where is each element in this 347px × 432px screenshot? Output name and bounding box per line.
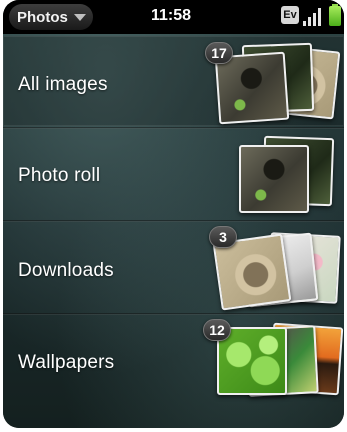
- signal-bars-icon: [303, 6, 325, 26]
- photo-count-badge: 3: [209, 226, 237, 248]
- album-row-photo-roll[interactable]: Photo roll: [3, 129, 344, 219]
- album-title: Photo roll: [18, 165, 101, 186]
- album-title: Downloads: [18, 260, 114, 281]
- phone-screen: Photos 11:58 Ev All images 17 Photo roll…: [3, 0, 344, 428]
- album-row-wallpapers[interactable]: Wallpapers 12: [3, 315, 344, 413]
- album-thumbnail-stack: 3: [209, 226, 341, 311]
- photo-count-badge: 12: [203, 319, 231, 341]
- network-type-badge: Ev: [281, 6, 299, 24]
- chevron-down-icon: [73, 13, 86, 21]
- album-thumbnail-stack: 12: [203, 319, 344, 399]
- album-row-all-images[interactable]: All images 17: [3, 36, 344, 126]
- album-list: All images 17 Photo roll Downloads 3 Wal…: [3, 34, 344, 428]
- album-row-downloads[interactable]: Downloads 3: [3, 222, 344, 312]
- album-thumbnail-stack: 17: [205, 42, 341, 125]
- clock: 11:58: [151, 7, 192, 24]
- album-title: All images: [18, 74, 108, 95]
- battery-icon: [329, 4, 341, 26]
- status-bar: Photos 11:58 Ev: [3, 0, 344, 34]
- album-thumbnail: [239, 145, 309, 213]
- app-menu-label: Photos: [17, 8, 68, 26]
- album-title: Wallpapers: [18, 352, 115, 373]
- photo-count-badge: 17: [205, 42, 233, 64]
- app-menu-button[interactable]: Photos: [9, 4, 93, 30]
- album-thumbnail-stack: [233, 135, 344, 217]
